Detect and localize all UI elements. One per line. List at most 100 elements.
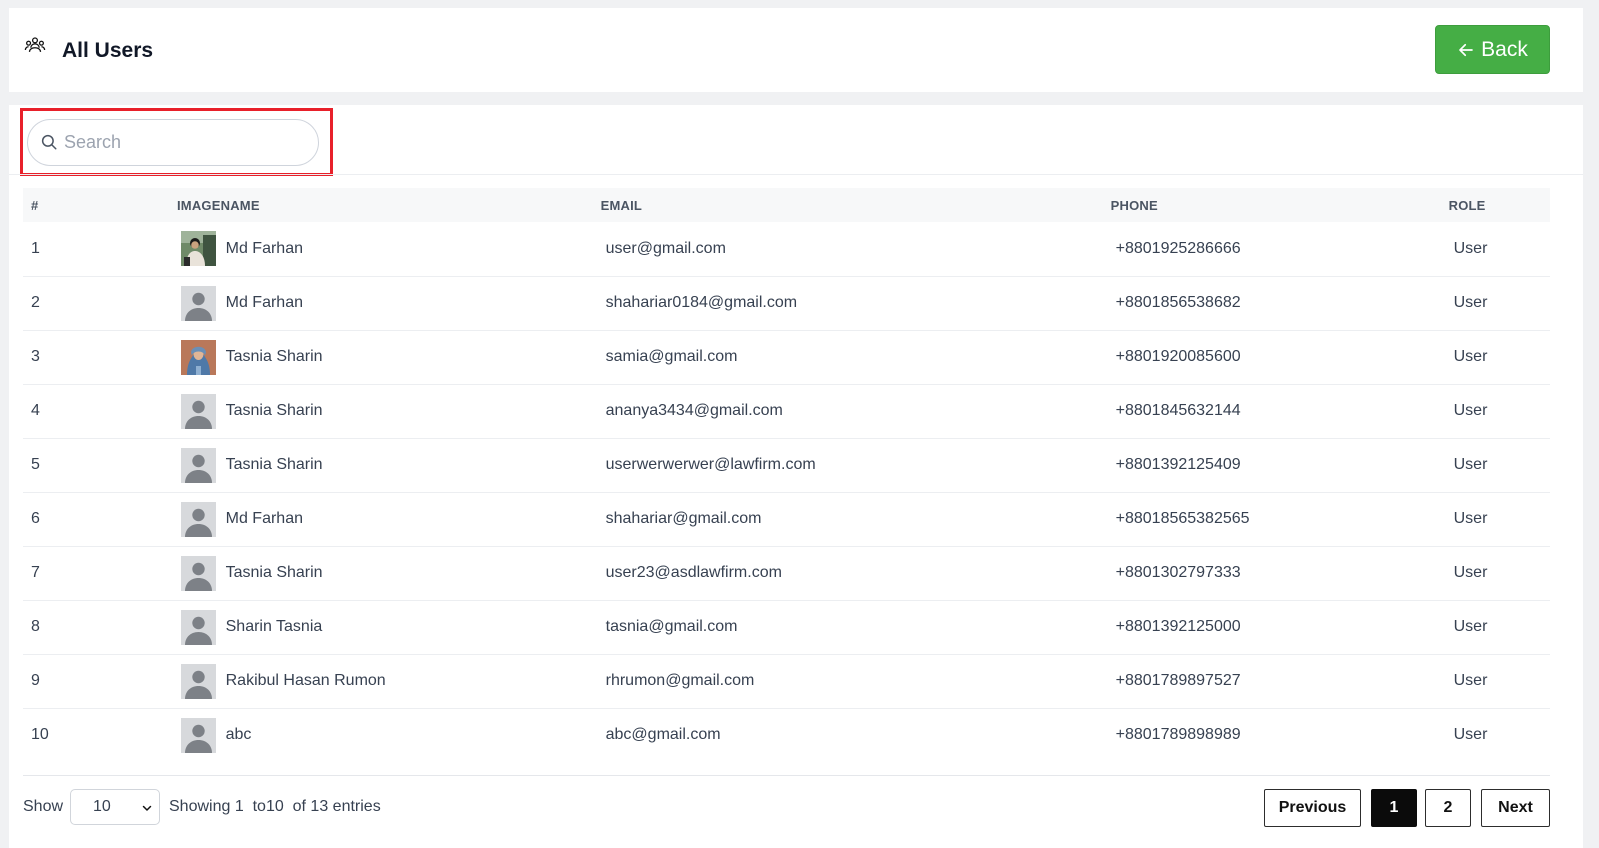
row-number: 6 xyxy=(31,510,40,527)
row-image xyxy=(100,546,221,600)
show-label: Show xyxy=(23,798,64,815)
table-row[interactable]: 8 Sharin Tasnia tasnia@gmail.com +880139212… xyxy=(23,600,1550,654)
row-phone: +8801920085600 xyxy=(1115,348,1241,365)
column-header-email[interactable]: EMAIL xyxy=(601,188,1111,222)
row-role: User xyxy=(1453,402,1488,419)
avatar xyxy=(181,231,216,267)
users-icon xyxy=(24,37,46,52)
row-role: User xyxy=(1453,564,1488,581)
page-button-1[interactable]: 1 xyxy=(1371,789,1417,827)
row-phone: +88018565382565 xyxy=(1115,510,1250,527)
row-name: abc xyxy=(225,726,252,744)
row-role: User xyxy=(1453,510,1488,527)
row-role: User xyxy=(1453,348,1488,365)
table-footer: Show 10 Showing 1 to10 of 13 entries Pre… xyxy=(23,789,1550,829)
avatar xyxy=(181,393,216,429)
row-name: Tasnia Sharin xyxy=(225,402,323,419)
users-table: # IMAGE NAME EMAIL PHONE ROLE 1 Md Farhan… xyxy=(23,188,1550,762)
row-email: samia@gmail.com xyxy=(605,348,738,365)
column-header-phone[interactable]: PHONE xyxy=(1111,188,1449,222)
table-row[interactable]: 9 Rakibul Hasan Rumon rhrumon@gmail.com +88… xyxy=(23,654,1550,708)
row-number: 2 xyxy=(31,294,40,311)
row-email: ananya3434@gmail.com xyxy=(605,402,783,419)
row-number: 3 xyxy=(31,348,40,365)
row-name: Tasnia Sharin xyxy=(225,564,323,581)
row-number: 9 xyxy=(31,672,40,689)
column-header-name[interactable]: NAME xyxy=(221,188,601,222)
row-image xyxy=(100,330,221,384)
row-number: 5 xyxy=(31,456,40,473)
column-header-number[interactable]: # xyxy=(23,188,100,222)
row-role: User xyxy=(1453,672,1488,689)
table-row[interactable]: 5 Tasnia Sharin userwerwerwer@lawfirm.com +… xyxy=(23,438,1550,492)
table-header-row: # IMAGE NAME EMAIL PHONE ROLE xyxy=(23,188,1550,222)
row-number: 8 xyxy=(31,618,40,635)
avatar xyxy=(181,555,216,591)
row-email: abc@gmail.com xyxy=(605,726,721,744)
row-image xyxy=(100,438,221,492)
table-row[interactable]: 3 Tasnia Sharin samia@gmail.com +8801920085… xyxy=(23,330,1550,384)
avatar xyxy=(181,717,216,753)
chevron-down-icon xyxy=(142,805,152,811)
back-button[interactable]: Back xyxy=(1435,25,1550,74)
row-role: User xyxy=(1453,294,1488,311)
row-image xyxy=(100,222,221,276)
row-email: tasnia@gmail.com xyxy=(605,618,738,635)
row-phone: +8801925286666 xyxy=(1115,239,1241,257)
row-email: shahariar0184@gmail.com xyxy=(605,294,798,311)
table-row[interactable]: 1 Md Farhan user@gmail.com +8801925286666 Us… xyxy=(23,222,1550,276)
row-number: 7 xyxy=(31,564,40,581)
next-page-button[interactable]: Next xyxy=(1481,789,1550,827)
row-phone: +8801856538682 xyxy=(1115,294,1241,311)
row-email: shahariar@gmail.com xyxy=(605,510,762,527)
row-image xyxy=(100,654,221,708)
row-image xyxy=(100,276,221,330)
row-name: Md Farhan xyxy=(225,510,303,527)
users-card: # IMAGE NAME EMAIL PHONE ROLE 1 Md Farhan… xyxy=(9,105,1583,848)
page-size-select[interactable]: 10 xyxy=(70,789,160,825)
page-size-value: 10 xyxy=(93,798,111,815)
row-number: 1 xyxy=(31,239,40,257)
row-role: User xyxy=(1453,618,1488,635)
row-email: userwerwerwer@lawfirm.com xyxy=(605,456,816,473)
table-row[interactable]: 2 Md Farhan shahariar0184@gmail.com +880185… xyxy=(23,276,1550,330)
search-icon xyxy=(41,134,57,150)
row-name: Md Farhan xyxy=(225,294,303,311)
avatar xyxy=(181,339,216,375)
avatar xyxy=(181,663,216,699)
search-box[interactable] xyxy=(27,119,319,166)
row-phone: +8801392125000 xyxy=(1115,618,1241,635)
row-number: 4 xyxy=(31,402,40,419)
row-image xyxy=(100,708,221,762)
row-role: User xyxy=(1453,239,1488,257)
avatar xyxy=(181,285,216,321)
row-phone: +8801392125409 xyxy=(1115,456,1241,473)
entries-info: Showing 1 to10 of 13 entries xyxy=(169,798,381,815)
row-phone: +8801302797333 xyxy=(1115,564,1241,581)
avatar xyxy=(181,609,216,645)
column-header-image[interactable]: IMAGE xyxy=(100,188,221,222)
search-input[interactable] xyxy=(64,126,304,159)
row-name: Md Farhan xyxy=(225,239,303,257)
column-header-role[interactable]: ROLE xyxy=(1449,188,1550,222)
row-email: user23@asdlawfirm.com xyxy=(605,564,782,581)
previous-page-button[interactable]: Previous xyxy=(1264,789,1361,827)
row-phone: +8801789898989 xyxy=(1115,726,1241,744)
arrow-left-icon xyxy=(1459,43,1473,56)
table-row[interactable]: 6 Md Farhan shahariar@gmail.com +8801856538… xyxy=(23,492,1550,546)
row-email: user@gmail.com xyxy=(605,239,726,257)
avatar xyxy=(181,501,216,537)
table-row[interactable]: 7 Tasnia Sharin user23@asdlawfirm.com +8801… xyxy=(23,546,1550,600)
divider xyxy=(23,775,1550,776)
row-role: User xyxy=(1453,726,1488,744)
back-button-label: Back xyxy=(1481,37,1528,61)
row-image xyxy=(100,600,221,654)
row-name: Rakibul Hasan Rumon xyxy=(225,672,386,689)
row-name: Tasnia Sharin xyxy=(225,348,323,365)
table-row[interactable]: 4 Tasnia Sharin ananya3434@gmail.com +88018… xyxy=(23,384,1550,438)
page-button-2[interactable]: 2 xyxy=(1425,789,1471,827)
row-image xyxy=(100,384,221,438)
table-row[interactable]: 10 abc abc@gmail.com +8801789898989 User xyxy=(23,708,1550,762)
row-number: 10 xyxy=(31,726,49,744)
row-email: rhrumon@gmail.com xyxy=(605,672,755,689)
